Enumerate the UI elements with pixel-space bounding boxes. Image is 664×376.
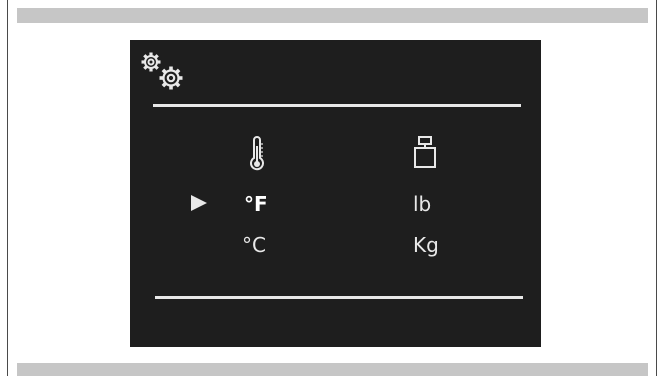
weight-icon xyxy=(414,136,436,168)
panel-left-border xyxy=(7,0,8,376)
device-panel: °F °C lb Kg xyxy=(0,0,664,376)
settings-screen: °F °C lb Kg xyxy=(130,40,541,347)
thermometer-icon xyxy=(250,136,264,171)
settings-gears-icon xyxy=(141,52,183,90)
option-fahrenheit[interactable]: °F xyxy=(244,194,268,214)
option-kilograms[interactable]: Kg xyxy=(413,235,439,255)
header-divider xyxy=(153,104,521,107)
footer-divider xyxy=(155,296,523,299)
panel-right-border xyxy=(656,0,657,376)
bottom-bar xyxy=(17,363,648,376)
play-arrow-icon xyxy=(191,195,207,211)
top-bar xyxy=(17,8,648,23)
option-pounds[interactable]: lb xyxy=(413,194,431,214)
option-celsius[interactable]: °C xyxy=(242,235,266,255)
